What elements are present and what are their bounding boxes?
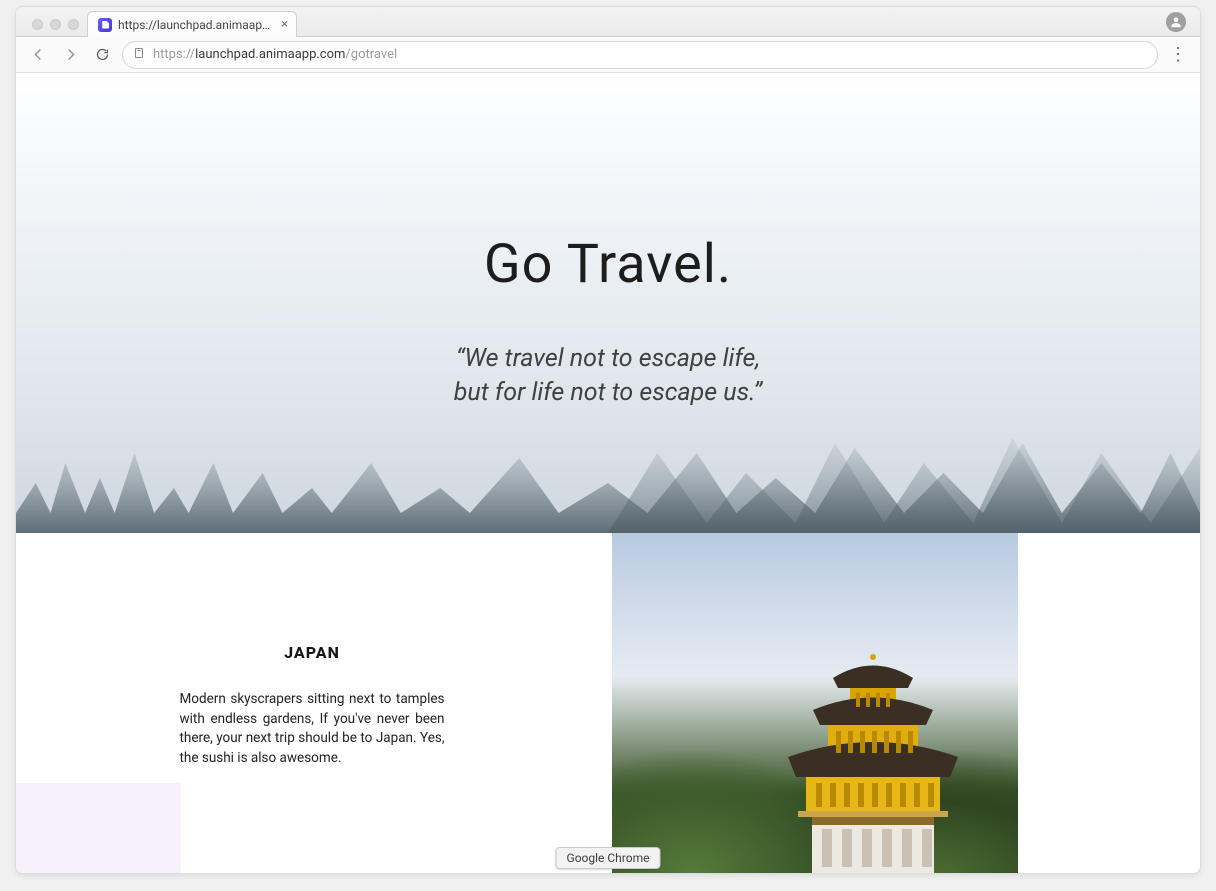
address-bar[interactable]: https://launchpad.animaapp.com/gotravel [122,41,1158,69]
hero-quote-line2: but for life not to escape us.” [16,376,1200,410]
forward-button[interactable] [58,43,82,67]
reload-button[interactable] [90,43,114,67]
hero-title: Go Travel. [16,73,1200,296]
hero-forest-illustration [16,393,1200,533]
destination-image-column [608,533,1018,873]
destination-text-block: JAPAN Modern skyscrapers sitting next to… [180,643,445,768]
back-button[interactable] [26,43,50,67]
destination-body: Modern skyscrapers sitting next to tampl… [180,690,445,768]
destination-photo [612,533,1018,873]
window-minimize-button[interactable] [50,19,61,30]
browser-toolbar: https://launchpad.animaapp.com/gotravel … [16,37,1200,73]
url-text: https://launchpad.animaapp.com/gotravel [153,47,397,62]
temple-illustration [758,643,988,873]
window-maximize-button[interactable] [68,19,79,30]
decorative-strip [16,783,181,873]
profile-button[interactable] [1166,12,1186,32]
dock-tooltip: Google Chrome [556,847,661,869]
hero-quote: “We travel not to escape life, but for l… [16,342,1200,410]
tab-favicon-icon [98,18,112,32]
destination-section: JAPAN Modern skyscrapers sitting next to… [16,533,1200,873]
tab-title: https://launchpad.animaapp.co [118,18,275,32]
destination-text-column: JAPAN Modern skyscrapers sitting next to… [16,533,608,873]
tab-strip: https://launchpad.animaapp.co × [16,7,1200,37]
tab-close-button[interactable]: × [281,17,288,32]
page-viewport[interactable]: Go Travel. “We travel not to escape life… [16,73,1200,873]
hero-quote-line1: “We travel not to escape life, [16,342,1200,376]
url-path: /gotravel [345,47,397,62]
window-controls [26,19,87,36]
url-host: launchpad.animaapp.com [195,47,345,62]
page-info-icon[interactable] [133,46,145,64]
browser-tab[interactable]: https://launchpad.animaapp.co × [87,11,297,37]
window-close-button[interactable] [32,19,43,30]
destination-heading: JAPAN [180,643,445,662]
browser-menu-button[interactable]: ⋮ [1166,44,1190,65]
browser-window: https://launchpad.animaapp.co × https://… [15,6,1201,874]
url-prefix: https:// [153,47,195,62]
hero-section: Go Travel. “We travel not to escape life… [16,73,1200,533]
